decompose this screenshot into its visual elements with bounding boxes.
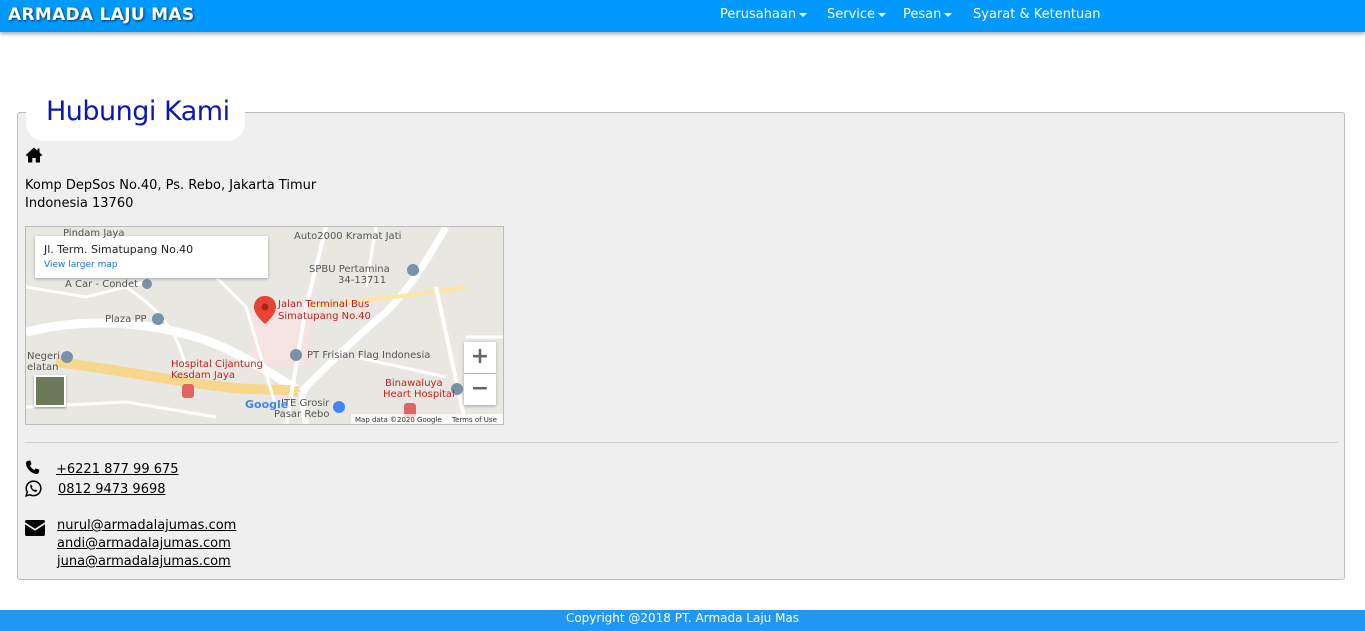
- nav-pesan-label: Pesan: [903, 7, 942, 22]
- caret-down-icon: [944, 12, 953, 17]
- map-card-title: Jl. Term. Simatupang No.40: [44, 243, 194, 256]
- zoom-out-button[interactable]: −: [464, 374, 496, 405]
- map-label: Auto2000 Kramat Jati: [294, 231, 402, 242]
- map-label: Binawaluya: [385, 378, 443, 389]
- google-logo: Google: [245, 398, 289, 411]
- google-map[interactable]: Jl. Term. Simatupang No.40 View larger m…: [25, 226, 504, 425]
- nav-syarat-ketentuan[interactable]: Syarat & Ketentuan: [973, 7, 1100, 22]
- view-larger-map-link[interactable]: View larger map: [44, 260, 118, 270]
- whatsapp-icon: [25, 480, 42, 497]
- nav-pesan[interactable]: Pesan: [903, 7, 953, 22]
- envelope-icon: [25, 520, 45, 536]
- whatsapp-link[interactable]: 0812 9473 9698: [58, 482, 166, 497]
- map-pin-label: Simatupang No.40: [278, 311, 371, 322]
- nav-perusahaan[interactable]: Perusahaan: [720, 7, 808, 22]
- map-label: SPBU Pertamina: [309, 264, 390, 275]
- terms-of-use-link[interactable]: Terms of Use: [452, 416, 497, 424]
- map-label: PT Frisian Flag Indonesia: [307, 350, 431, 361]
- satellite-toggle[interactable]: [34, 375, 66, 407]
- page-title: Hubungi Kami: [46, 96, 230, 127]
- address-line-2: Indonesia 13760: [25, 196, 134, 211]
- divider: [25, 442, 1338, 443]
- email-link[interactable]: nurul@armadalajumas.com: [57, 518, 236, 533]
- map-label: Negeri: [27, 351, 61, 362]
- map-label: Hospital Cijantung: [171, 359, 263, 370]
- home-icon: [25, 147, 43, 163]
- address-line-1: Komp DepSos No.40, Ps. Rebo, Jakarta Tim…: [25, 178, 317, 193]
- map-label: Kesdam Jaya: [171, 370, 235, 381]
- nav-service-label: Service: [827, 7, 876, 22]
- email-link[interactable]: andi@armadalajumas.com: [57, 536, 231, 551]
- map-label: ITE Grosir: [281, 398, 330, 409]
- brand-logo[interactable]: ARMADA LAJU MAS: [8, 5, 194, 25]
- nav-perusahaan-label: Perusahaan: [720, 7, 797, 22]
- map-label: Heart Hospital: [383, 389, 455, 400]
- phone-link[interactable]: +6221 877 99 675: [56, 462, 179, 477]
- map-attribution: Map data ©2020 Google: [355, 416, 442, 424]
- top-navbar: [0, 0, 1365, 32]
- nav-service[interactable]: Service: [827, 7, 887, 22]
- map-pin-label: Jalan Terminal Bus: [278, 299, 370, 310]
- map-label: A Car - Condet: [65, 279, 139, 290]
- caret-down-icon: [799, 12, 808, 17]
- map-label: Pindam Jaya: [63, 228, 125, 239]
- footer-copyright: Copyright @2018 PT. Armada Laju Mas: [565, 611, 800, 625]
- map-label: elatan: [27, 362, 59, 373]
- map-label: 34-13711: [338, 275, 387, 286]
- map-info-card: Jl. Term. Simatupang No.40 View larger m…: [35, 236, 268, 278]
- phone-icon: [25, 460, 40, 475]
- email-link[interactable]: juna@armadalajumas.com: [57, 554, 231, 569]
- zoom-in-button[interactable]: +: [464, 342, 496, 373]
- map-label: Plaza PP: [105, 314, 147, 325]
- caret-down-icon: [878, 12, 887, 17]
